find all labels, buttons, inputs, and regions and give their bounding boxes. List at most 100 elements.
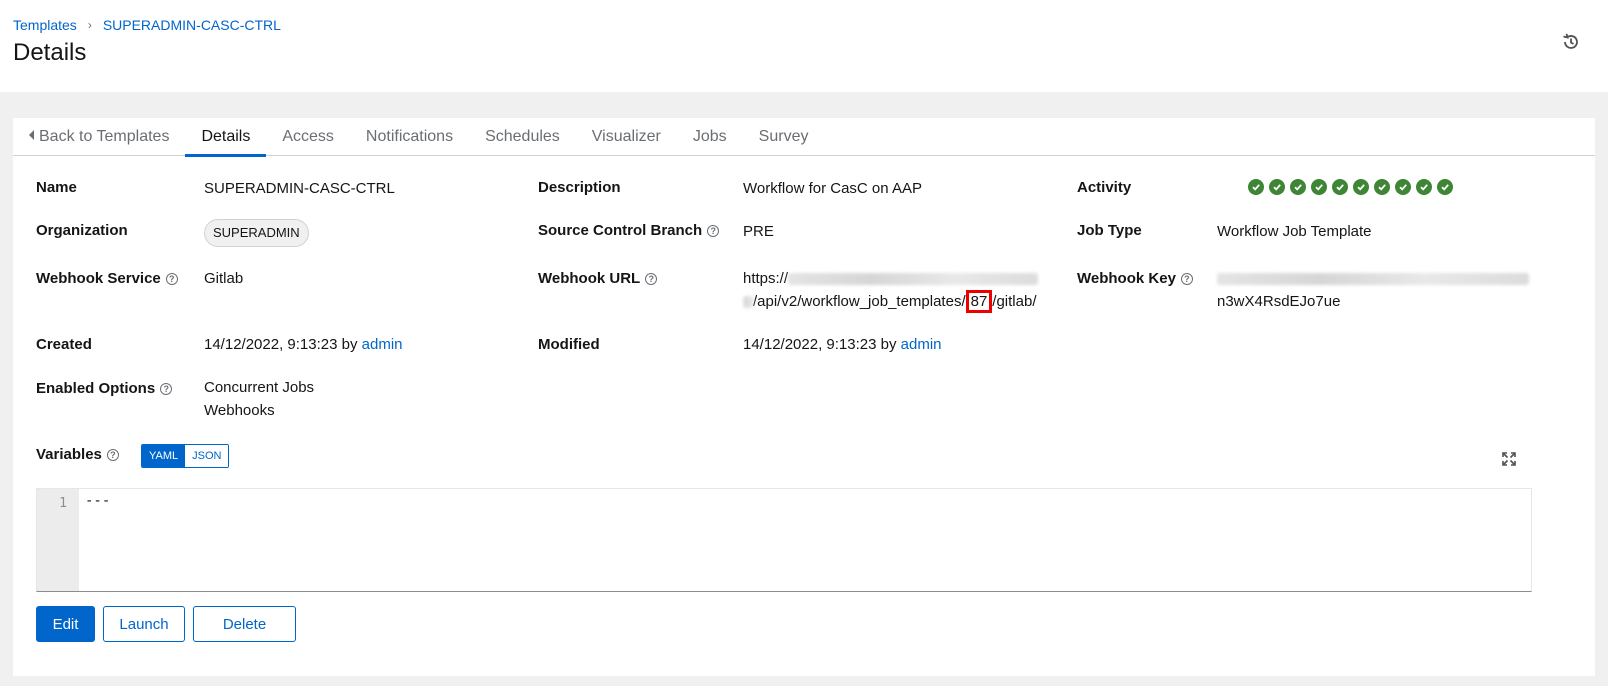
- label-text: Activity: [1077, 179, 1132, 196]
- modified-by-user-link[interactable]: admin: [901, 336, 942, 353]
- webhook-url-label: Webhook URL?: [538, 270, 658, 287]
- redacted-host-tail: [743, 296, 753, 309]
- job-success-icon[interactable]: [1395, 179, 1411, 195]
- webhook-url-path: /api/v2/workflow_job_templates/: [753, 293, 966, 310]
- job-success-icon[interactable]: [1437, 179, 1453, 195]
- tab-label: Details: [201, 128, 251, 145]
- tab-bar: Back to Templates Details Access Notific…: [13, 118, 1595, 157]
- job-success-icon[interactable]: [1353, 179, 1369, 195]
- webhook-url-suffix: /gitlab/: [992, 293, 1037, 310]
- created-by-user-link[interactable]: admin: [362, 336, 403, 353]
- details-card: Back to Templates Details Access Notific…: [13, 118, 1595, 676]
- label-text: Variables: [36, 446, 102, 463]
- activity-label: Activity: [1077, 179, 1131, 196]
- tab-notifications[interactable]: Notifications: [350, 118, 469, 156]
- tab-survey[interactable]: Survey: [743, 118, 825, 156]
- name-label: Name: [36, 179, 77, 196]
- job-success-icon[interactable]: [1248, 179, 1264, 195]
- job-type-value: Workflow Job Template: [1217, 223, 1372, 240]
- enabled-option-item: Webhooks: [204, 402, 275, 419]
- label-text: Webhook Service: [36, 270, 161, 287]
- breadcrumb-templates-link[interactable]: Templates: [13, 17, 77, 33]
- tab-schedules[interactable]: Schedules: [469, 118, 576, 156]
- tab-label: Jobs: [692, 128, 727, 145]
- webhook-url-prefix: https://: [743, 270, 789, 287]
- editor-content[interactable]: ---: [85, 493, 110, 509]
- redacted-host: [788, 273, 1039, 286]
- label-text: Webhook Key: [1077, 270, 1176, 287]
- label-text: Webhook URL: [538, 270, 641, 287]
- variables-code-editor[interactable]: 1 ---: [36, 488, 1532, 592]
- created-date: 14/12/2022, 9:13:23: [204, 336, 338, 353]
- label-text: Job Type: [1077, 222, 1142, 239]
- expand-icon[interactable]: [1501, 451, 1517, 467]
- modified-date: 14/12/2022, 9:13:23: [743, 336, 877, 353]
- tab-access[interactable]: Access: [266, 118, 350, 156]
- webhook-key-line-1: [1217, 267, 1529, 290]
- tab-details[interactable]: Details: [185, 118, 267, 157]
- modified-by: by: [880, 336, 897, 353]
- modified-value: 14/12/2022, 9:13:23 by admin: [743, 333, 942, 356]
- redacted-key: [1217, 273, 1529, 286]
- label-text: Name: [36, 179, 77, 196]
- tab-label: Schedules: [485, 128, 560, 145]
- webhook-url-id-highlight: 87: [965, 290, 993, 313]
- job-success-icon[interactable]: [1332, 179, 1348, 195]
- history-icon[interactable]: [1561, 32, 1581, 52]
- created-label: Created: [36, 336, 92, 353]
- tab-jobs[interactable]: Jobs: [677, 118, 743, 156]
- source-control-branch-label: Source Control Branch?: [538, 222, 720, 239]
- job-success-icon[interactable]: [1269, 179, 1285, 195]
- yaml-toggle-button[interactable]: YAML: [142, 445, 186, 467]
- breadcrumb: Templates › SUPERADMIN-CASC-CTRL: [13, 17, 281, 33]
- help-icon[interactable]: ?: [160, 382, 173, 395]
- help-icon[interactable]: ?: [645, 272, 658, 285]
- caret-left-icon: [29, 130, 34, 140]
- help-icon[interactable]: ?: [1180, 272, 1193, 285]
- description-label: Description: [538, 179, 621, 196]
- organization-chip[interactable]: SUPERADMIN: [204, 219, 309, 247]
- label-text: Organization: [36, 222, 128, 239]
- enabled-option-item: Concurrent Jobs: [204, 379, 315, 396]
- job-success-icon[interactable]: [1311, 179, 1327, 195]
- source-control-branch-value: PRE: [743, 223, 774, 240]
- webhook-url-line-1: https://: [743, 267, 1039, 290]
- label-text: Enabled Options: [36, 380, 156, 397]
- enabled-options-value: Concurrent Jobs Webhooks: [204, 376, 314, 422]
- help-icon[interactable]: ?: [106, 448, 119, 461]
- organization-label: Organization: [36, 222, 128, 239]
- delete-button[interactable]: Delete: [193, 606, 296, 642]
- created-value: 14/12/2022, 9:13:23 by admin: [204, 333, 403, 356]
- job-type-label: Job Type: [1077, 222, 1142, 239]
- job-success-icon[interactable]: [1374, 179, 1390, 195]
- tab-label: Survey: [758, 128, 809, 145]
- tab-visualizer[interactable]: Visualizer: [576, 118, 677, 156]
- tab-back-to-templates[interactable]: Back to Templates: [13, 118, 185, 156]
- variables-mode-toggle: YAML JSON: [141, 444, 230, 468]
- json-toggle-button[interactable]: JSON: [185, 445, 229, 467]
- line-number: 1: [59, 496, 67, 511]
- name-value: SUPERADMIN-CASC-CTRL: [204, 180, 395, 197]
- webhook-key-label: Webhook Key?: [1077, 270, 1193, 287]
- page-header: Templates › SUPERADMIN-CASC-CTRL Details: [0, 0, 1608, 92]
- job-success-icon[interactable]: [1416, 179, 1432, 195]
- edit-button[interactable]: Edit: [36, 606, 95, 642]
- activity-sparkline: [1248, 179, 1453, 195]
- job-success-icon[interactable]: [1290, 179, 1306, 195]
- webhook-key-line-2: n3wX4RsdEJo7ue: [1217, 293, 1341, 310]
- label-text: Source Control Branch: [538, 222, 703, 239]
- help-icon[interactable]: ?: [165, 272, 178, 285]
- webhook-url-line-2: /api/v2/workflow_job_templates/87/gitlab…: [743, 290, 1038, 313]
- label-text: Description: [538, 179, 621, 196]
- page-title: Details: [13, 39, 87, 66]
- webhook-url-value: https:// /api/v2/workflow_job_templates/…: [743, 267, 1039, 313]
- modified-label: Modified: [538, 336, 600, 353]
- breadcrumb-current-link[interactable]: SUPERADMIN-CASC-CTRL: [103, 17, 281, 33]
- editor-gutter: 1: [37, 489, 79, 591]
- tab-label: Visualizer: [591, 128, 661, 145]
- created-by: by: [341, 336, 358, 353]
- help-icon[interactable]: ?: [707, 224, 720, 237]
- tab-label: Notifications: [365, 128, 454, 145]
- launch-button[interactable]: Launch: [103, 606, 185, 642]
- enabled-options-label: Enabled Options?: [36, 380, 173, 397]
